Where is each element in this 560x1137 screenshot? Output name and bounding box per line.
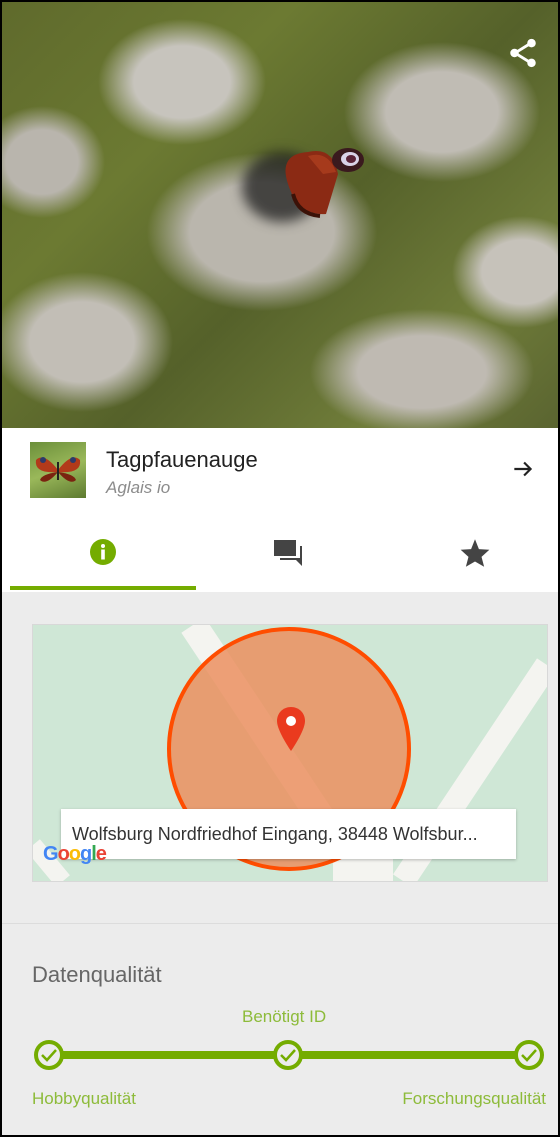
- species-row[interactable]: Tagpfauenauge Aglais io: [2, 428, 558, 513]
- observation-screen: Tagpfauenauge Aglais io Wolfsburg Nordfr…: [0, 0, 560, 1137]
- tab-info[interactable]: [10, 512, 195, 592]
- research-grade-label: Forschungsqualität: [402, 1089, 546, 1108]
- species-thumbnail: [30, 442, 86, 498]
- observation-photo[interactable]: [2, 2, 558, 428]
- butterfly-image: [285, 148, 364, 218]
- check-icon: [41, 1049, 57, 1062]
- species-scientific-name: Aglais io: [106, 478, 171, 497]
- info-icon: [89, 539, 116, 565]
- check-icon: [280, 1049, 296, 1062]
- data-quality-title: Datenqualität: [32, 962, 162, 987]
- tab-comments[interactable]: [196, 512, 381, 592]
- tab-bar: [2, 512, 558, 592]
- location-map[interactable]: Wolfsburg Nordfriedhof Eingang, 38448 Wo…: [32, 624, 548, 882]
- species-common-name: Tagpfauenauge: [106, 447, 258, 472]
- quality-step-needs-id: [273, 1040, 303, 1070]
- section-divider: [2, 923, 558, 924]
- needs-id-label: Benötigt ID: [242, 1007, 327, 1026]
- casual-grade-label: Hobbyqualität: [32, 1089, 136, 1108]
- star-icon: [460, 539, 489, 567]
- active-tab-indicator: [10, 586, 196, 590]
- chat-icon: [273, 540, 302, 566]
- map-pin-icon: [277, 707, 305, 751]
- tab-favorite[interactable]: [382, 512, 558, 592]
- share-icon[interactable]: [506, 36, 540, 70]
- google-logo: Google: [43, 843, 107, 865]
- check-icon: [521, 1049, 537, 1062]
- quality-step-casual: [34, 1040, 64, 1070]
- map-address-label: Wolfsburg Nordfriedhof Eingang, 38448 Wo…: [61, 809, 516, 859]
- arrow-right-icon[interactable]: [510, 456, 536, 482]
- quality-step-research: [514, 1040, 544, 1070]
